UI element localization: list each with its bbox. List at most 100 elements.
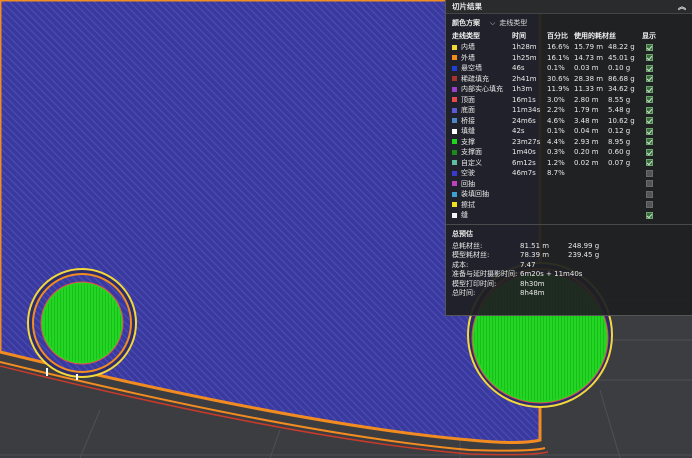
estimate-row: 模型耗材丝: 78.39 m 239.45 g xyxy=(446,250,692,260)
color-swatch xyxy=(452,55,457,61)
percent-cell: 8.7% xyxy=(547,169,565,178)
weight-value: 8.55 g xyxy=(608,95,631,104)
color-swatch xyxy=(452,170,457,176)
estimate-value-b: 248.99 g xyxy=(568,241,600,250)
estimate-value-a: 8h48m xyxy=(520,289,545,297)
panel-title: 切片结果 xyxy=(452,2,482,11)
filament-cell: 28.38 m 86.68 g xyxy=(574,75,642,83)
feature-name-cell: 回抽 xyxy=(452,179,512,189)
length-value: 15.79 m xyxy=(574,43,604,52)
feature-name: 稀疏填充 xyxy=(461,74,489,83)
weight-value: 10.62 g xyxy=(608,116,635,125)
show-checkbox[interactable] xyxy=(646,106,653,114)
weight-value: 0.60 g xyxy=(608,148,631,157)
feature-name: 自定义 xyxy=(461,158,482,167)
show-checkbox[interactable] xyxy=(646,54,653,62)
show-checkbox[interactable] xyxy=(646,43,653,51)
feature-name: 回抽 xyxy=(461,179,475,188)
percent-cell: 4.6% xyxy=(547,116,565,125)
show-checkbox[interactable] xyxy=(646,159,653,167)
show-checkbox[interactable] xyxy=(646,148,653,156)
weight-value: 5.48 g xyxy=(608,106,631,115)
percent-cell: 16.1% xyxy=(547,53,570,62)
time-cell: 1h28m xyxy=(512,43,537,52)
show-checkbox[interactable] xyxy=(646,211,653,219)
show-checkbox[interactable] xyxy=(646,127,653,135)
feature-name-cell: 自定义 xyxy=(452,158,512,168)
table-row: 底面 11m34s 2.2% 1.79 m 5.48 g xyxy=(446,105,692,116)
time-cell: 11m34s xyxy=(512,106,541,115)
table-row: 缝 xyxy=(446,210,692,221)
filament-cell: 0.20 m 0.60 g xyxy=(574,148,642,156)
feature-name-cell: 外墙 xyxy=(452,53,512,63)
percent-cell: 0.1% xyxy=(547,127,565,136)
percent-cell: 0.1% xyxy=(547,64,565,73)
color-swatch xyxy=(452,181,457,187)
color-scheme-dropdown[interactable]: ⌵ 走线类型 xyxy=(490,18,527,28)
table-row: 自定义 6m12s 1.2% 0.02 m 0.07 g xyxy=(446,158,692,169)
color-swatch xyxy=(452,160,457,166)
feature-name-cell: 悬空墙 xyxy=(452,63,512,73)
estimate-value-a: 81.51 m xyxy=(520,241,550,250)
table-row: 桥接 24m6s 4.6% 3.48 m 10.62 g xyxy=(446,116,692,127)
show-checkbox[interactable] xyxy=(646,190,653,198)
estimate-value-a: 7.47 xyxy=(520,260,536,269)
table-row: 顶面 16m1s 3.0% 2.80 m 8.55 g xyxy=(446,95,692,106)
time-cell: 42s xyxy=(512,127,525,136)
weight-value: 0.07 g xyxy=(608,158,631,167)
show-checkbox[interactable] xyxy=(646,96,653,104)
color-swatch xyxy=(452,44,457,50)
panel-header[interactable]: 切片结果 ︽ xyxy=(446,0,692,14)
show-checkbox[interactable] xyxy=(646,64,653,72)
feature-name: 空驶 xyxy=(461,169,475,178)
color-swatch xyxy=(452,212,457,218)
feature-name: 内墙 xyxy=(461,43,475,52)
feature-name: 擦拭 xyxy=(461,200,475,209)
show-checkbox[interactable] xyxy=(646,75,653,83)
filament-cell: 11.33 m 34.62 g xyxy=(574,85,642,93)
show-checkbox[interactable] xyxy=(646,180,653,188)
table-row: 内部实心填充 1h3m 11.9% 11.33 m 34.62 g xyxy=(446,84,692,95)
estimate-value-a: 6m20s + 11m40s xyxy=(520,270,583,278)
estimate-label: 模型耗材丝: xyxy=(452,251,490,259)
percent-cell: 3.0% xyxy=(547,95,565,104)
feature-name: 悬空墙 xyxy=(461,64,482,73)
double-chevron-up-icon[interactable]: ︽ xyxy=(678,1,686,12)
feature-name: 顶面 xyxy=(461,95,475,104)
estimate-label: 总时间: xyxy=(452,289,476,297)
time-cell: 16m1s xyxy=(512,95,536,104)
time-cell: 1h25m xyxy=(512,53,537,62)
table-row: 内墙 1h28m 16.6% 15.79 m 48.22 g xyxy=(446,42,692,53)
color-swatch xyxy=(452,107,457,113)
weight-value: 48.22 g xyxy=(608,43,635,52)
length-value: 0.04 m xyxy=(574,127,599,136)
filament-cell: 14.73 m 45.01 g xyxy=(574,54,642,62)
show-checkbox[interactable] xyxy=(646,169,653,177)
show-checkbox[interactable] xyxy=(646,117,653,125)
color-swatch xyxy=(452,65,457,71)
feature-name: 桥接 xyxy=(461,116,475,125)
length-value: 0.02 m xyxy=(574,158,599,167)
percent-cell: 4.4% xyxy=(547,137,565,146)
table-row: 支撑 23m27s 4.4% 2.93 m 8.95 g xyxy=(446,137,692,148)
percent-cell: 11.9% xyxy=(547,85,570,94)
time-cell: 1h3m xyxy=(512,85,533,94)
feature-name-cell: 装填回抽 xyxy=(452,189,512,199)
col-percent: 百分比 xyxy=(547,32,568,40)
weight-value: 34.62 g xyxy=(608,85,635,94)
length-value: 0.03 m xyxy=(574,64,599,73)
filament-cell: 15.79 m 48.22 g xyxy=(574,43,642,51)
feature-name: 填缝 xyxy=(461,127,475,136)
time-cell: 46m7s xyxy=(512,169,536,178)
estimate-row: 模型打印时间: 8h30m xyxy=(446,279,692,289)
show-checkbox[interactable] xyxy=(646,138,653,146)
show-checkbox[interactable] xyxy=(646,85,653,93)
feature-name-cell: 填缝 xyxy=(452,126,512,136)
filament-cell: 3.48 m 10.62 g xyxy=(574,117,642,125)
time-cell: 24m6s xyxy=(512,116,536,125)
feature-name: 支撑面 xyxy=(461,148,482,157)
estimate-row: 成本: 7.47 xyxy=(446,260,692,270)
percent-cell: 16.6% xyxy=(547,43,570,52)
show-checkbox[interactable] xyxy=(646,201,653,209)
estimate-value-a: 78.39 m xyxy=(520,251,550,259)
